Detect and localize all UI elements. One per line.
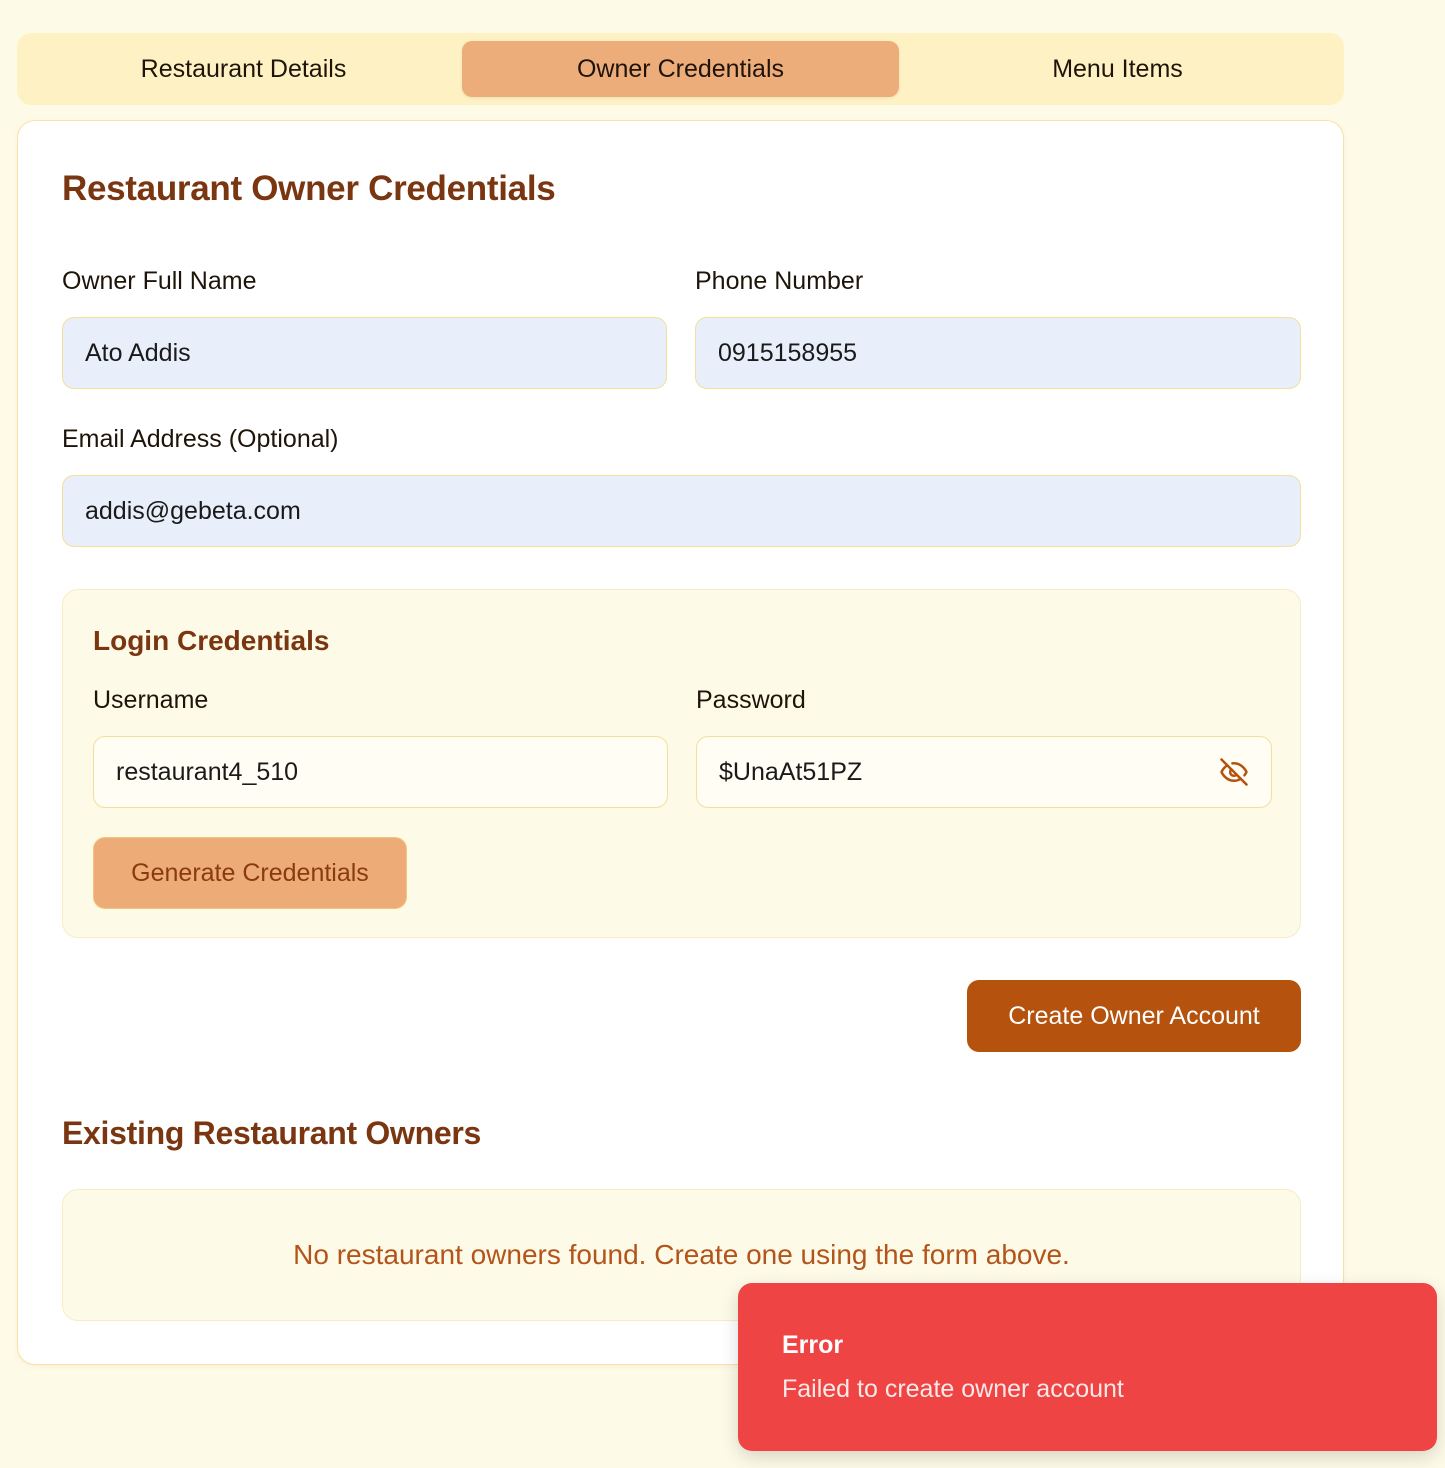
email-input[interactable]: addis@gebeta.com bbox=[62, 475, 1301, 547]
toast-title: Error bbox=[782, 1331, 844, 1359]
phone-input[interactable]: 0915158955 bbox=[695, 317, 1301, 389]
eye-off-icon[interactable] bbox=[1219, 757, 1249, 787]
tab-restaurant-details[interactable]: Restaurant Details bbox=[25, 41, 462, 97]
tab-bar: Restaurant Details Owner Credentials Men… bbox=[17, 33, 1344, 105]
tab-owner-credentials[interactable]: Owner Credentials bbox=[462, 41, 899, 97]
owner-credentials-card: Restaurant Owner Credentials Owner Full … bbox=[17, 120, 1344, 1365]
owner-name-input[interactable]: Ato Addis bbox=[62, 317, 667, 389]
login-credentials-title: Login Credentials bbox=[93, 625, 330, 656]
login-credentials-section: Login Credentials Username restaurant4_5… bbox=[62, 589, 1301, 938]
username-input[interactable]: restaurant4_510 bbox=[93, 736, 668, 808]
empty-owners-text: No restaurant owners found. Create one u… bbox=[293, 1239, 1070, 1270]
password-input[interactable]: $UnaAt51PZ bbox=[696, 736, 1272, 808]
toast-message: Failed to create owner account bbox=[782, 1375, 1124, 1403]
create-owner-account-button[interactable]: Create Owner Account bbox=[967, 980, 1301, 1052]
password-label: Password bbox=[696, 686, 806, 714]
email-label: Email Address (Optional) bbox=[62, 425, 339, 453]
owner-name-label: Owner Full Name bbox=[62, 267, 257, 295]
password-value: $UnaAt51PZ bbox=[719, 757, 863, 786]
generate-credentials-button[interactable]: Generate Credentials bbox=[93, 837, 407, 909]
page-title: Restaurant Owner Credentials bbox=[62, 169, 556, 208]
phone-label: Phone Number bbox=[695, 267, 864, 295]
error-toast: Error Failed to create owner account bbox=[738, 1283, 1437, 1451]
username-label: Username bbox=[93, 686, 209, 714]
tab-menu-items[interactable]: Menu Items bbox=[899, 41, 1336, 97]
existing-owners-title: Existing Restaurant Owners bbox=[62, 1115, 481, 1151]
